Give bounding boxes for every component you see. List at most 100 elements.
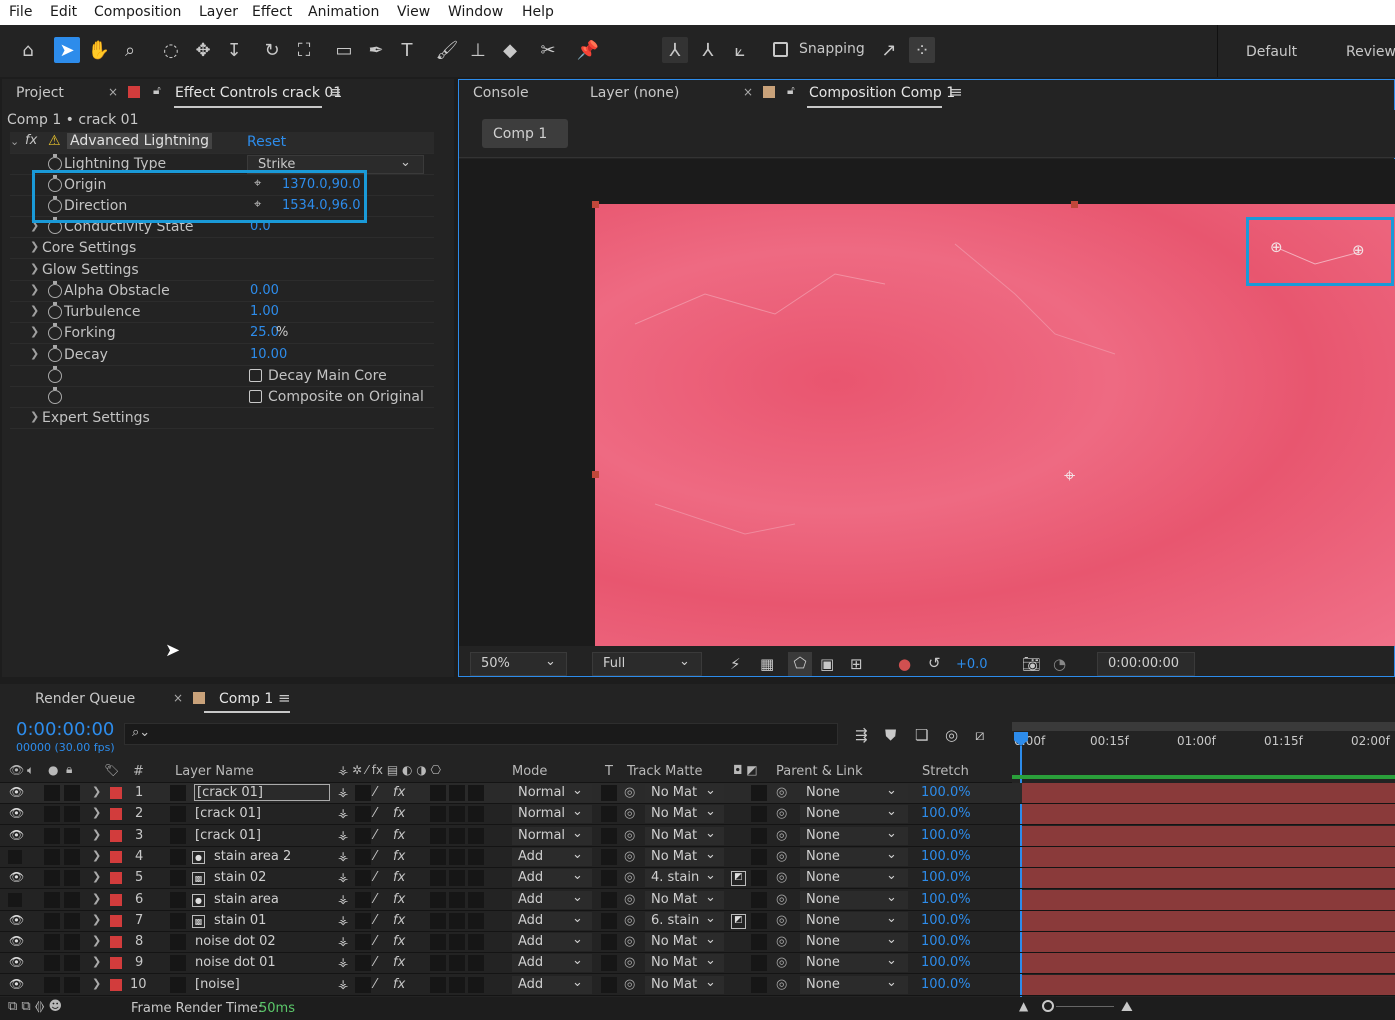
layer-name[interactable]: noise dot 01	[195, 955, 276, 970]
label-color-swatch[interactable]	[110, 978, 122, 991]
layer-duration-bar[interactable]	[1022, 868, 1395, 889]
brush-tool-icon[interactable]: 🖌	[434, 37, 460, 63]
show-snapshot-icon[interactable]: ◔	[1053, 655, 1066, 673]
solo-toggle[interactable]	[44, 848, 60, 865]
menu-help[interactable]: Help	[522, 4, 554, 20]
matte-invert-toggle[interactable]	[751, 806, 767, 823]
stopwatch-icon[interactable]	[48, 345, 62, 362]
channel-icon[interactable]: ●	[898, 655, 911, 673]
switch-box[interactable]	[430, 827, 446, 844]
solo-icon[interactable]: ●	[48, 763, 58, 777]
pick-whip-icon[interactable]: ◎	[624, 828, 635, 843]
pick-whip-icon[interactable]: ◎	[624, 892, 635, 907]
chevron-right-icon[interactable]: ❯	[92, 870, 101, 883]
frame-blending-icon[interactable]: ❏	[915, 726, 928, 744]
layer-row[interactable]: 👁 ❯ 3 [crack 01] ⚶ ⁄ fx Normal ⌄ ◎ No Mat ⌄ ◎ None ⌄ 10…	[0, 825, 1395, 847]
preserve-transparency-toggle[interactable]	[601, 891, 617, 908]
snapshot-icon[interactable]: 📷︎	[1022, 655, 1041, 673]
mode-dropdown[interactable]: Add ⌄	[512, 847, 592, 866]
switches-icons[interactable]: ⚶	[338, 977, 348, 991]
mode-dropdown[interactable]: Normal ⌄	[512, 783, 592, 802]
chevron-right-icon[interactable]: ❯	[30, 347, 39, 360]
layer-duration-bar[interactable]	[1022, 846, 1395, 867]
switch-box[interactable]	[449, 785, 465, 801]
stretch-value[interactable]: 100.0%	[921, 849, 971, 864]
chevron-right-icon[interactable]: ❯	[92, 806, 101, 819]
layer-name[interactable]: stain area	[214, 892, 279, 907]
zoom-in-icon[interactable]: ⛰	[1121, 999, 1133, 1015]
lock-icon[interactable]: 🔓︎	[153, 83, 161, 98]
parent-pick-whip-icon[interactable]: ◎	[776, 785, 787, 800]
layer-duration-bar[interactable]	[1022, 825, 1395, 846]
comp-nav-button[interactable]: Comp 1	[482, 119, 568, 148]
pick-whip-icon[interactable]: ◎	[624, 955, 635, 970]
panel-menu-icon[interactable]: ≡	[950, 83, 963, 101]
audio-icon[interactable]: 🔈︎	[27, 763, 34, 778]
stretch-value[interactable]: 100.0%	[921, 828, 971, 843]
switch-box[interactable]	[449, 806, 465, 823]
pan-behind-icon[interactable]: ⛶	[291, 37, 317, 63]
mask-visibility-icon[interactable]: ⬠	[788, 652, 812, 676]
exposure-value[interactable]: +0.0	[956, 657, 988, 672]
zoom-slider-handle[interactable]	[1042, 1000, 1054, 1012]
switches-icons[interactable]: ⚶	[338, 955, 348, 969]
track-matte-dropdown[interactable]: No Mat ⌄	[645, 932, 724, 952]
label-color-swatch[interactable]	[110, 829, 122, 842]
layer-handle[interactable]	[592, 201, 599, 208]
local-axis-icon[interactable]: ⅄	[662, 37, 688, 63]
menu-file[interactable]: File	[9, 4, 32, 20]
dolly-camera-icon[interactable]: ↧	[221, 37, 247, 63]
layer-name[interactable]: [crack 01]	[194, 784, 330, 801]
matte-invert-toggle[interactable]	[751, 976, 767, 993]
chevron-right-icon[interactable]: ❯	[92, 892, 101, 905]
matte-invert-toggle[interactable]	[751, 848, 767, 865]
switch-box[interactable]	[430, 870, 446, 887]
chevron-right-icon[interactable]: ❯	[30, 304, 39, 317]
switch-box[interactable]	[355, 870, 371, 887]
switches-icons[interactable]: ⚶	[338, 892, 348, 906]
mode-dropdown[interactable]: Add ⌄	[512, 890, 592, 909]
quality-icon[interactable]: ⁄	[374, 977, 376, 992]
preserve-transparency-toggle[interactable]	[601, 976, 617, 993]
eye-icon[interactable]: 👁	[9, 785, 24, 799]
quality-icon[interactable]: ⁄	[374, 806, 376, 821]
lock-toggle[interactable]	[64, 934, 80, 951]
label-color-swatch[interactable]	[110, 957, 122, 970]
menu-animation[interactable]: Animation	[308, 4, 379, 20]
parent-dropdown[interactable]: None ⌄	[800, 890, 908, 909]
current-time-display[interactable]: 0:00:00:00	[1097, 652, 1195, 676]
layer-duration-bar[interactable]	[1022, 910, 1395, 931]
prop-value[interactable]: 1.00	[250, 304, 279, 319]
switch-box[interactable]	[430, 934, 446, 951]
composition-flowchart-icon[interactable]: ⇶	[855, 726, 868, 744]
switch-box[interactable]	[430, 891, 446, 908]
track-matte-dropdown[interactable]: No Mat ⌄	[645, 890, 724, 909]
switch-box[interactable]	[449, 891, 465, 908]
panel-menu-icon[interactable]: ≡	[278, 689, 291, 707]
fx-icon[interactable]: fx	[393, 849, 405, 864]
solo-toggle[interactable]	[44, 912, 60, 929]
mode-dropdown[interactable]: Normal ⌄	[512, 826, 592, 845]
pan-camera-icon[interactable]: ✥	[190, 37, 216, 63]
stopwatch-icon[interactable]	[48, 154, 62, 171]
switches-icons[interactable]: ⚶	[338, 785, 348, 799]
layer-search-input[interactable]: ⌕⌄	[124, 723, 838, 745]
fx-icon[interactable]: fx	[393, 955, 405, 970]
switch-box[interactable]	[355, 806, 371, 823]
mode-dropdown[interactable]: Add ⌄	[512, 975, 592, 994]
layer-handle[interactable]	[592, 471, 599, 478]
pick-whip-icon[interactable]: ◎	[624, 849, 635, 864]
close-icon[interactable]: ×	[743, 85, 753, 99]
stretch-value[interactable]: 100.0%	[921, 806, 971, 821]
menu-edit[interactable]: Edit	[50, 4, 77, 20]
panel-menu-icon[interactable]: ≡	[329, 83, 342, 101]
fx-icon[interactable]: fx	[393, 892, 405, 907]
layer-name[interactable]: stain 02	[214, 870, 266, 885]
switch-box[interactable]	[430, 912, 446, 929]
track-matte-dropdown[interactable]: No Mat ⌄	[645, 975, 724, 994]
pick-whip-icon[interactable]: ◎	[624, 913, 635, 928]
parent-dropdown[interactable]: None ⌄	[800, 783, 908, 802]
layer-row[interactable]: ❯ 4 ● stain area 2 ⚶ ⁄ fx Add ⌄ ◎ No Mat ⌄ ◎ None ⌄ 100…	[0, 846, 1395, 868]
transparency-grid-icon[interactable]: ▦	[760, 655, 774, 673]
pick-whip-icon[interactable]: ◎	[624, 934, 635, 949]
